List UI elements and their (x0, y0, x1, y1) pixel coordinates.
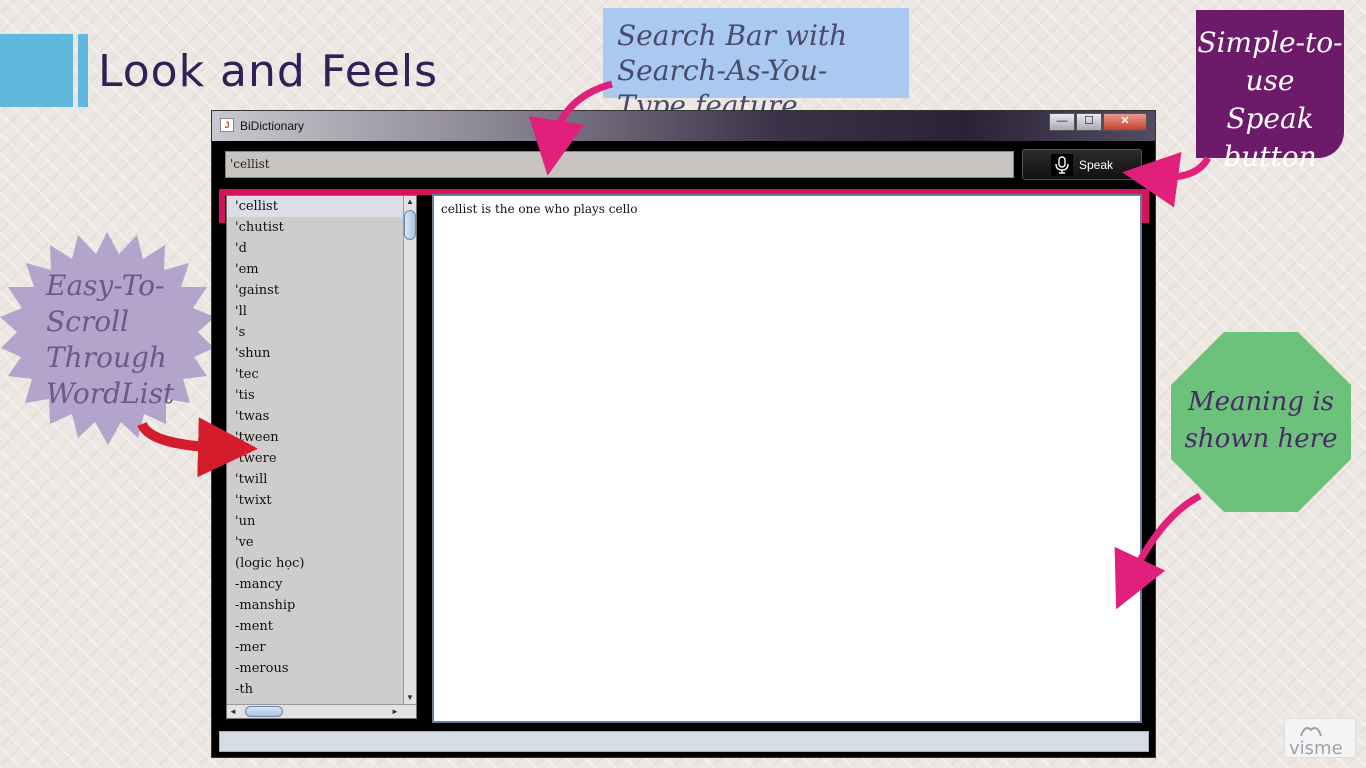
word-list-item[interactable]: 'shun (227, 343, 403, 364)
scroll-right-arrow-icon[interactable]: ► (389, 705, 401, 718)
speak-callout-line: use (1245, 64, 1295, 97)
word-list[interactable]: 'cellist'chutist'd'em'gainst'll's'shun't… (227, 196, 403, 704)
word-list-item[interactable]: -manship (227, 595, 403, 616)
vertical-scrollbar[interactable]: ▲ ▼ (403, 196, 416, 704)
java-app-icon: J (220, 118, 234, 132)
word-list-item[interactable]: 'chutist (227, 217, 403, 238)
word-list-item[interactable]: 'cellist (227, 196, 403, 217)
scroll-down-arrow-icon[interactable]: ▼ (404, 692, 416, 704)
word-list-item[interactable]: 'un (227, 511, 403, 532)
window-controls: — ☐ ✕ (1049, 113, 1147, 131)
speak-callout: Simple-to- use Speak button (1196, 10, 1344, 173)
app-window: J BiDictionary — ☐ ✕ 'cellist Speak 'cel… (211, 110, 1156, 758)
visme-logo-mark-icon (1300, 727, 1322, 737)
scroll-up-arrow-icon[interactable]: ▲ (404, 196, 416, 208)
vertical-scroll-thumb[interactable] (404, 210, 416, 240)
horizontal-scrollbar[interactable]: ◄ ► (227, 704, 416, 718)
window-title: BiDictionary (240, 119, 305, 133)
speak-button-label: Speak (1079, 158, 1114, 172)
accent-bar-right (1142, 195, 1149, 223)
word-list-item[interactable]: 've (227, 532, 403, 553)
word-list-item[interactable]: 'gainst (227, 280, 403, 301)
word-list-item[interactable]: -mer (227, 637, 403, 658)
word-list-item[interactable]: (logic học) (227, 553, 403, 574)
microphone-icon (1051, 154, 1073, 176)
meaning-callout-line: shown here (1184, 424, 1338, 454)
search-callout: Search Bar with Search-As-You-Type featu… (603, 8, 909, 122)
meaning-text-area[interactable]: cellist is the one who plays cello (432, 194, 1142, 723)
visme-wordmark: visme (1289, 738, 1343, 759)
word-list-item[interactable]: 'twill (227, 469, 403, 490)
word-list-panel: 'cellist'chutist'd'em'gainst'll's'shun't… (226, 195, 417, 719)
word-list-item[interactable]: 'tween (227, 427, 403, 448)
word-list-item[interactable]: -ment (227, 616, 403, 637)
word-list-item[interactable]: 'twas (227, 406, 403, 427)
minimize-button[interactable]: — (1049, 113, 1075, 131)
search-input[interactable]: 'cellist (225, 151, 1014, 178)
scroll-left-arrow-icon[interactable]: ◄ (227, 705, 239, 718)
word-list-item[interactable]: 'em (227, 259, 403, 280)
word-list-item[interactable]: -merous (227, 658, 403, 679)
word-list-item[interactable]: 'd (227, 238, 403, 259)
meaning-callout-line: Meaning is (1188, 387, 1334, 417)
slide-title: Look and Feels (98, 46, 439, 97)
scroll-callout-text: Easy-To- Scroll Through WordList (46, 268, 196, 412)
window-titlebar[interactable]: J BiDictionary — ☐ ✕ (212, 111, 1155, 141)
word-list-item[interactable]: -mancy (227, 574, 403, 595)
speak-callout-line: Speak button (1223, 102, 1317, 173)
title-accent-bar (78, 34, 88, 107)
word-list-item[interactable]: 'll (227, 301, 403, 322)
visme-logo: visme (1284, 718, 1356, 759)
scroll-callout-line: Easy-To- (46, 269, 165, 302)
meaning-callout-text: Meaning is shown here (1181, 384, 1341, 458)
word-list-item[interactable]: -th (227, 679, 403, 700)
accent-bar-left (219, 195, 225, 223)
scroll-callout-line: Scroll (46, 305, 130, 338)
title-accent-block (0, 34, 73, 107)
word-list-item[interactable]: 'twere (227, 448, 403, 469)
close-button[interactable]: ✕ (1103, 113, 1147, 131)
horizontal-scroll-thumb[interactable] (245, 706, 283, 717)
word-list-item[interactable]: 'tis (227, 385, 403, 406)
speak-button[interactable]: Speak (1022, 149, 1142, 180)
maximize-button[interactable]: ☐ (1076, 113, 1102, 131)
word-list-item[interactable]: 'tec (227, 364, 403, 385)
speak-callout-line: Simple-to- (1197, 26, 1343, 59)
scroll-callout-line: Through (46, 341, 167, 374)
scroll-callout-line: WordList (46, 377, 175, 410)
word-list-item[interactable]: 'twixt (227, 490, 403, 511)
word-list-item[interactable]: 's (227, 322, 403, 343)
status-bar (219, 731, 1149, 752)
